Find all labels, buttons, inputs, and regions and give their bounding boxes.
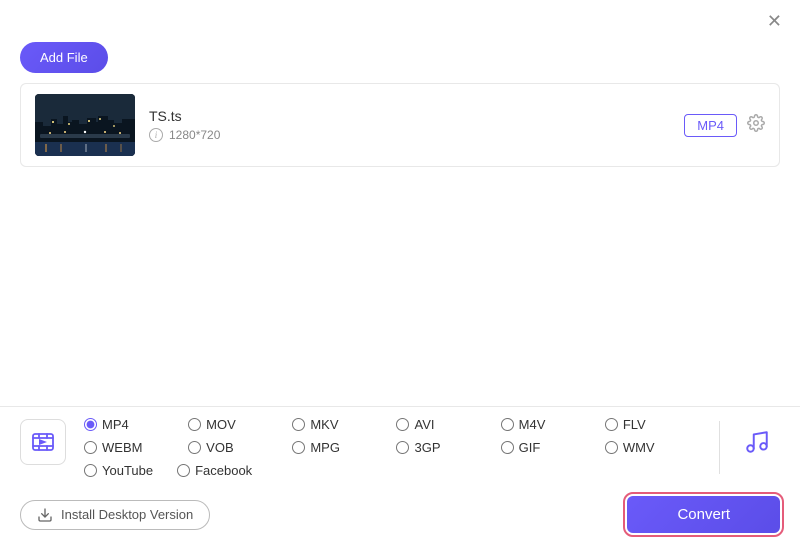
format-option-vob[interactable]: VOB bbox=[188, 440, 292, 455]
format-option-avi[interactable]: AVI bbox=[396, 417, 500, 432]
file-meta: i 1280*720 bbox=[149, 128, 684, 142]
file-resolution: 1280*720 bbox=[169, 128, 220, 142]
format-option-wmv[interactable]: WMV bbox=[605, 440, 709, 455]
file-list: TS.ts i 1280*720 MP4 bbox=[20, 83, 780, 167]
format-option-mkv[interactable]: MKV bbox=[292, 417, 396, 432]
settings-icon[interactable] bbox=[747, 114, 765, 137]
file-thumbnail bbox=[35, 94, 135, 156]
format-row-1: MP4 MOV MKV AVI M4V bbox=[84, 417, 709, 432]
install-desktop-button[interactable]: Install Desktop Version bbox=[20, 500, 210, 530]
install-label: Install Desktop Version bbox=[61, 507, 193, 522]
file-name: TS.ts bbox=[149, 108, 684, 124]
format-option-mp4[interactable]: MP4 bbox=[84, 417, 188, 432]
footer-bar: Install Desktop Version Convert bbox=[0, 488, 800, 545]
info-icon: i bbox=[149, 128, 163, 142]
format-row-2: WEBM VOB MPG 3GP GIF bbox=[84, 440, 709, 455]
file-info: TS.ts i 1280*720 bbox=[149, 108, 684, 142]
format-option-mpg[interactable]: MPG bbox=[292, 440, 396, 455]
format-option-flv[interactable]: FLV bbox=[605, 417, 709, 432]
format-option-youtube[interactable]: YouTube bbox=[84, 463, 153, 478]
file-item: TS.ts i 1280*720 MP4 bbox=[21, 84, 779, 166]
format-option-m4v[interactable]: M4V bbox=[501, 417, 605, 432]
format-option-facebook[interactable]: Facebook bbox=[177, 463, 252, 478]
format-selector: MP4 MOV MKV AVI M4V bbox=[0, 407, 800, 488]
title-bar: ✕ bbox=[0, 0, 800, 38]
file-actions: MP4 bbox=[684, 114, 765, 137]
format-row-3: YouTube Facebook bbox=[84, 463, 709, 478]
close-button[interactable]: ✕ bbox=[763, 10, 786, 32]
format-option-3gp[interactable]: 3GP bbox=[396, 440, 500, 455]
format-options-container: MP4 MOV MKV AVI M4V bbox=[84, 417, 709, 478]
format-badge[interactable]: MP4 bbox=[684, 114, 737, 137]
bottom-panel: MP4 MOV MKV AVI M4V bbox=[0, 406, 800, 545]
content-area bbox=[0, 167, 800, 377]
format-option-gif[interactable]: GIF bbox=[501, 440, 605, 455]
music-icon-box[interactable] bbox=[734, 419, 780, 465]
format-option-mov[interactable]: MOV bbox=[188, 417, 292, 432]
format-option-webm[interactable]: WEBM bbox=[84, 440, 188, 455]
toolbar: Add File bbox=[0, 38, 800, 83]
convert-button[interactable]: Convert bbox=[627, 496, 780, 533]
video-icon-box[interactable] bbox=[20, 419, 66, 465]
add-file-button[interactable]: Add File bbox=[20, 42, 108, 73]
download-icon bbox=[37, 507, 53, 523]
format-divider bbox=[719, 421, 720, 474]
